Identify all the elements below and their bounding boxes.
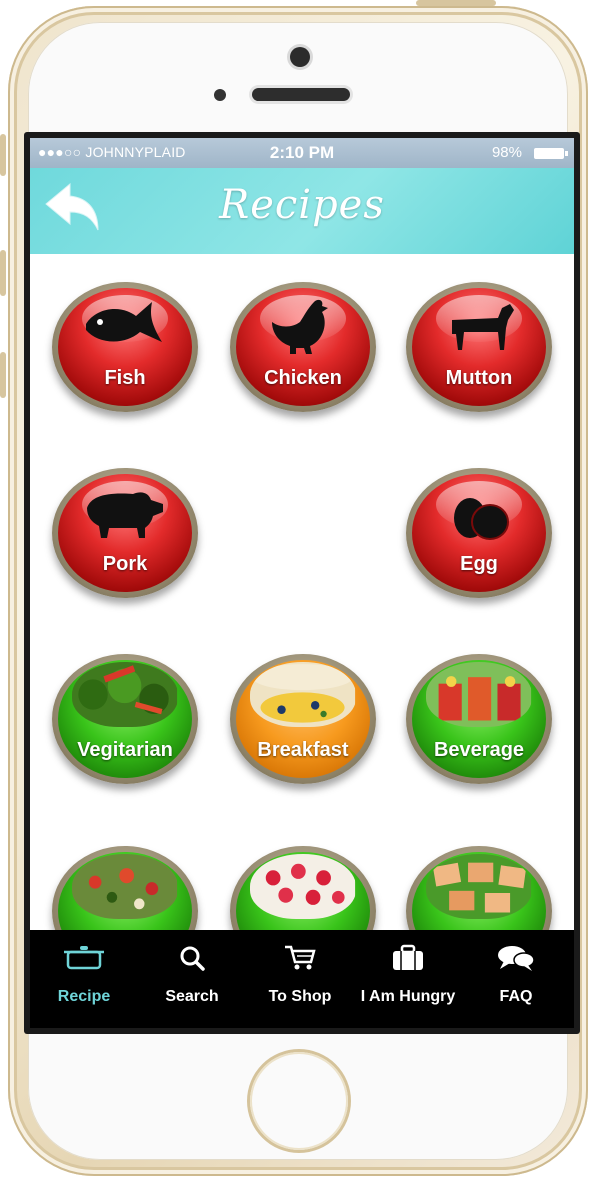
cart-icon	[246, 944, 354, 972]
tab-bar: Recipe Search To Shop I Am Hungry FAQ	[30, 930, 574, 1028]
tab-label: Recipe	[57, 988, 111, 1005]
briefcase-icon	[354, 944, 462, 972]
tab-faq[interactable]: FAQ	[462, 930, 570, 1028]
earpiece-speaker	[252, 88, 350, 101]
category-label: Pork	[102, 553, 148, 575]
category-vegitarian[interactable]: Vegitarian	[52, 654, 198, 784]
category-beverage[interactable]: Beverage	[406, 654, 552, 784]
category-label: Beverage	[433, 739, 525, 761]
category-dessert[interactable]	[230, 846, 376, 930]
tab-i-am-hungry[interactable]: I Am Hungry	[354, 930, 462, 1028]
mute-switch	[0, 134, 6, 176]
category-label: Vegitarian	[77, 739, 173, 761]
category-label: Fish	[104, 367, 146, 389]
egg-icon	[406, 482, 552, 544]
tab-label: FAQ	[499, 988, 533, 1005]
category-pork[interactable]: Pork	[52, 468, 198, 598]
pot-icon	[30, 944, 138, 972]
chicken-icon	[230, 296, 376, 358]
fish-icon	[52, 296, 198, 358]
volume-down-button	[0, 352, 6, 398]
category-label: Breakfast	[257, 739, 349, 761]
tab-label: Search	[165, 988, 219, 1005]
beverage-photo	[426, 661, 532, 727]
front-camera	[290, 47, 310, 67]
vegetable-photo	[72, 661, 178, 727]
category-chicken[interactable]: Chicken	[230, 282, 376, 412]
page-title: Recipes	[219, 182, 385, 228]
power-button	[416, 0, 496, 6]
category-mutton[interactable]: Mutton	[406, 282, 552, 412]
tab-label: I Am Hungry	[360, 988, 456, 1005]
category-breakfast[interactable]: Breakfast	[230, 654, 376, 784]
search-icon	[138, 944, 246, 972]
strawberry-dessert-photo	[250, 853, 356, 919]
tab-to-shop[interactable]: To Shop	[246, 930, 354, 1028]
phone-screen: ●●●○○ JOHNNYPLAID 2:10 PM 98% Recipes Fi…	[24, 132, 580, 1034]
battery-percent: 98%	[491, 144, 522, 161]
battery-icon	[534, 148, 568, 159]
pastry-photo	[426, 853, 532, 919]
tab-recipe[interactable]: Recipe	[30, 930, 138, 1028]
status-bar: ●●●○○ JOHNNYPLAID 2:10 PM 98%	[30, 138, 574, 168]
category-pastry[interactable]	[406, 846, 552, 930]
category-salad[interactable]	[52, 846, 198, 930]
pig-icon	[52, 482, 198, 544]
goat-icon	[406, 296, 552, 358]
category-label: Mutton	[445, 367, 513, 389]
home-button[interactable]	[250, 1052, 348, 1150]
chat-bubbles-icon	[462, 944, 570, 972]
category-label: Egg	[460, 553, 498, 575]
header-bar: Recipes	[30, 168, 574, 254]
category-label: Chicken	[264, 367, 342, 389]
breakfast-photo	[250, 661, 356, 727]
category-grid: Fish Chicken Mutton Pork Egg Vegitarian …	[30, 254, 574, 930]
category-egg[interactable]: Egg	[406, 468, 552, 598]
volume-up-button	[0, 250, 6, 296]
tab-label: To Shop	[268, 988, 332, 1005]
category-fish[interactable]: Fish	[52, 282, 198, 412]
proximity-sensor	[214, 89, 226, 101]
salad-photo	[72, 853, 178, 919]
tab-search[interactable]: Search	[138, 930, 246, 1028]
